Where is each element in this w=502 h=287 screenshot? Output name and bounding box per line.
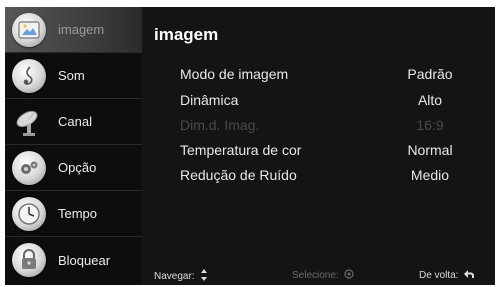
- sidebar-item-label: Bloquear: [58, 252, 111, 268]
- sidebar-item-label: Tempo: [58, 206, 98, 221]
- setting-row-dinamica[interactable]: Dinâmica Alto: [180, 89, 470, 111]
- return-arrow-icon: [463, 269, 475, 282]
- gears-icon: [12, 150, 46, 185]
- sidebar-item-label: Som: [58, 68, 85, 83]
- sidebar-item-canal[interactable]: Canal: [5, 99, 142, 145]
- tv-menu-screen: imagem Som Canal Opção Tempo Bloquear im…: [5, 7, 495, 285]
- up-down-arrows-icon: [200, 269, 208, 284]
- ok-circle-icon: [344, 269, 354, 282]
- setting-row-reducao-de-ruido[interactable]: Redução de Ruído Medio: [180, 164, 470, 186]
- setting-label: Dinâmica: [180, 92, 239, 108]
- sidebar-item-opcao[interactable]: Opção: [5, 145, 142, 191]
- setting-label: Temperatura de cor: [180, 142, 302, 158]
- sidebar: imagem Som Canal Opção Tempo Bloquear: [5, 7, 142, 285]
- satellite-dish-icon: [12, 105, 46, 139]
- setting-value: Alto: [417, 92, 443, 108]
- settings-panel: imagem Modo de imagem Padrão Dinâmica Al…: [142, 7, 495, 285]
- sidebar-item-label: Canal: [58, 114, 92, 129]
- select-hint: Selecione:: [292, 269, 354, 282]
- sidebar-item-bloquear[interactable]: Bloquear: [5, 237, 142, 283]
- sidebar-item-tempo[interactable]: Tempo: [5, 191, 142, 237]
- sidebar-item-som[interactable]: Som: [5, 53, 142, 99]
- setting-label: Redução de Ruído: [180, 167, 297, 183]
- music-note-icon: [12, 58, 46, 93]
- setting-row-dim-imag: Dim.d. Imag. 16:9: [180, 114, 470, 136]
- setting-label: Modo de imagem: [180, 66, 289, 82]
- setting-row-temperatura-de-cor[interactable]: Temperatura de cor Normal: [180, 139, 470, 161]
- setting-value: Medio: [410, 167, 450, 183]
- back-label: De volta:: [419, 270, 459, 281]
- setting-value: 16:9: [416, 117, 444, 133]
- setting-value: Normal: [407, 142, 453, 158]
- setting-row-modo-de-imagem[interactable]: Modo de imagem Padrão: [180, 63, 470, 85]
- navigate-label: Navegar:: [154, 271, 195, 282]
- sidebar-item-imagem[interactable]: imagem: [5, 7, 142, 53]
- sidebar-item-label: imagem: [58, 22, 105, 37]
- key-hints-footer: Navegar: Selecione: De volta:: [142, 269, 495, 283]
- clock-icon: [12, 196, 46, 231]
- navigate-hint: Navegar:: [154, 269, 208, 284]
- back-hint: De volta:: [419, 269, 475, 282]
- picture-icon: [12, 12, 46, 47]
- setting-value: Padrão: [407, 66, 453, 82]
- lock-icon: [12, 243, 46, 277]
- setting-label: Dim.d. Imag.: [180, 117, 260, 133]
- page-title: imagem: [154, 25, 219, 44]
- select-label: Selecione:: [292, 270, 339, 281]
- sidebar-item-label: Opção: [58, 160, 97, 175]
